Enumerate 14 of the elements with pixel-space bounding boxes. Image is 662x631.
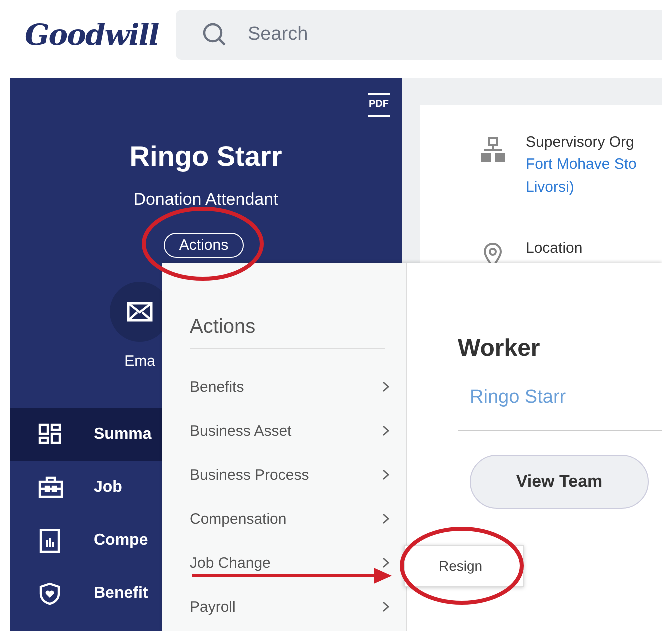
menu-item-label: Benefits [190, 378, 244, 396]
logo: Goodwill [25, 18, 160, 52]
section-heading: Worker [458, 334, 542, 364]
menu-item-label: Business Asset [190, 422, 292, 440]
menu-title: Actions [190, 315, 385, 349]
employee-name: Ringo Starr [128, 140, 284, 174]
menu-item-label: Compensation [190, 510, 287, 528]
menu-item-label: Job Change [190, 554, 271, 572]
menu-item-label: Business Process [190, 466, 310, 484]
detail-label: Location [526, 239, 583, 259]
contact-label: Ema [124, 353, 156, 371]
menu-item-label: Payroll [190, 598, 236, 616]
job-title: Donation Attendant [132, 190, 280, 210]
detail-label: Supervisory Org [526, 133, 636, 153]
